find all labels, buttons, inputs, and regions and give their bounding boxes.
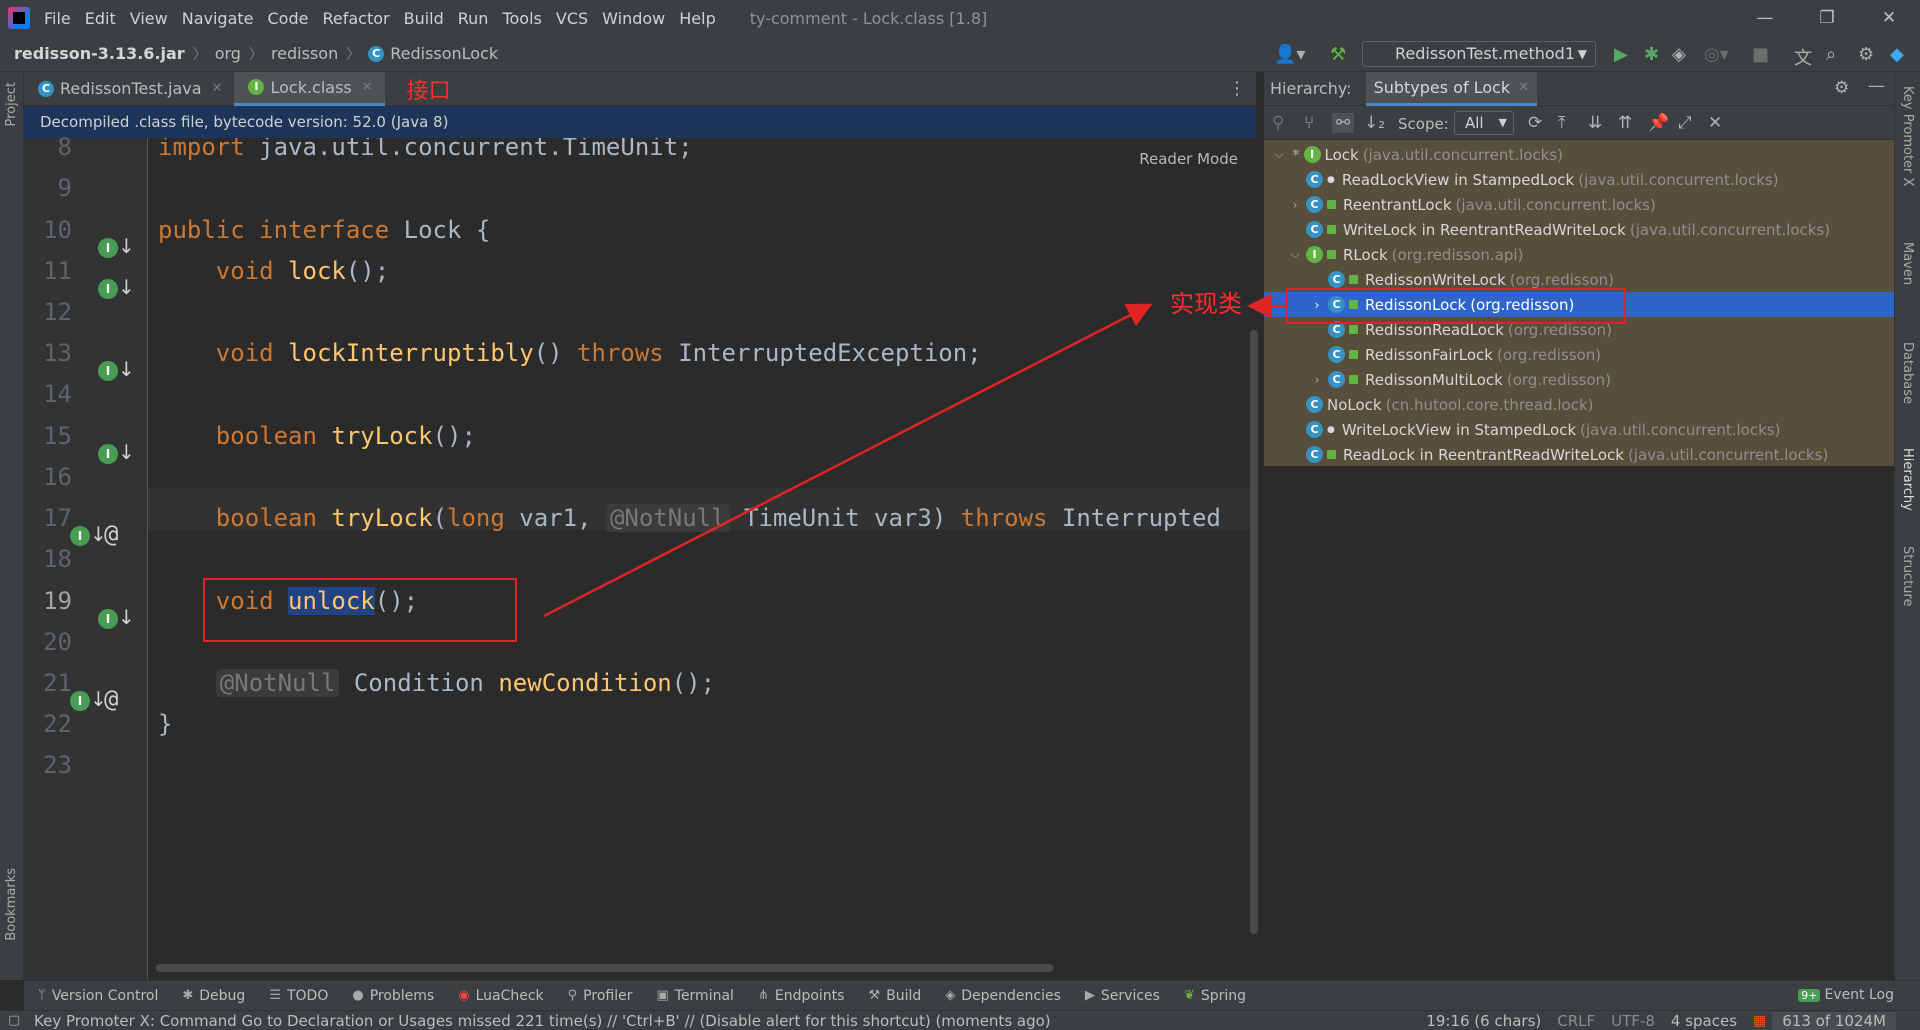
status-bar: ▢ Key Promoter X: Command Go to Declarat… [0, 1010, 1920, 1030]
tool-version-control[interactable]: ᛘ Version Control [38, 988, 158, 1004]
status-widgets: 19:16 (6 chars) CRLF UTF-8 4 spaces ▦ 61… [1410, 1011, 1896, 1030]
windows-icon: ▦ [1753, 1013, 1767, 1029]
annotation-arrows [543, 293, 1286, 618]
status-toggle-icon[interactable]: ▢ [8, 1013, 20, 1028]
tool-luacheck[interactable]: ◉ LuaCheck [458, 988, 543, 1004]
tool-endpoints[interactable]: ⋔ Endpoints [758, 988, 845, 1004]
spring-icon: ❦ [1183, 988, 1195, 1003]
luacheck-icon: ◉ [458, 988, 470, 1003]
tool-problems[interactable]: ● Problems [352, 988, 434, 1004]
tool-debug[interactable]: ✱ Debug [182, 988, 245, 1004]
indent-setting[interactable]: 4 spaces [1671, 1012, 1737, 1030]
event-log-label: Event Log [1824, 987, 1894, 1003]
tool-label: Debug [199, 987, 246, 1004]
tool-label: TODO [286, 987, 329, 1004]
tool-label: Profiler [583, 987, 633, 1004]
hammer-icon: ⚒ [868, 988, 881, 1003]
info-icon: ● [352, 988, 364, 1003]
tool-label: Services [1100, 987, 1160, 1004]
branch-icon: ᛘ [38, 988, 46, 1003]
tool-dependencies[interactable]: ◈ Dependencies [945, 988, 1061, 1004]
memory-indicator[interactable]: 613 of 1024M [1772, 1012, 1896, 1030]
endpoints-icon: ⋔ [757, 988, 769, 1003]
status-message[interactable]: Key Promoter X: Command Go to Declaratio… [34, 1012, 1051, 1030]
tool-label: Build [886, 987, 922, 1004]
arrow-to-label [543, 303, 1153, 618]
profiler-icon: ⚲ [567, 988, 578, 1003]
event-log-badge: 9+ [1798, 989, 1821, 1002]
tool-build[interactable]: ⚒ Build [868, 988, 921, 1004]
tool-label: Endpoints [774, 987, 845, 1004]
tool-services[interactable]: ▶ Services [1085, 988, 1160, 1004]
line-separator[interactable]: CRLF [1557, 1012, 1595, 1030]
event-log-button[interactable]: 9+ Event Log [1798, 987, 1894, 1003]
tool-terminal[interactable]: ▣ Terminal [656, 988, 733, 1004]
caret-position[interactable]: 19:16 (6 chars) [1426, 1012, 1541, 1030]
tool-todo[interactable]: ☰ TODO [269, 988, 328, 1004]
tool-label: Problems [369, 987, 435, 1004]
tool-profiler[interactable]: ⚲ Profiler [568, 988, 633, 1004]
services-icon: ▶ [1084, 988, 1095, 1003]
terminal-icon: ▣ [656, 988, 669, 1003]
tool-spring[interactable]: ❦ Spring [1184, 988, 1246, 1004]
dependencies-icon: ◈ [945, 988, 956, 1003]
tool-window-bar: ᛘ Version Control ✱ Debug ☰ TODO ● Problems … [24, 980, 1920, 1010]
tool-label: Dependencies [961, 987, 1061, 1004]
bug-icon: ✱ [182, 988, 194, 1003]
tool-label: Terminal [674, 987, 734, 1004]
file-encoding[interactable]: UTF-8 [1611, 1012, 1655, 1030]
tool-label: Spring [1200, 987, 1247, 1004]
tool-label: Version Control [51, 987, 159, 1004]
list-icon: ☰ [269, 988, 281, 1003]
tool-label: LuaCheck [475, 987, 544, 1004]
